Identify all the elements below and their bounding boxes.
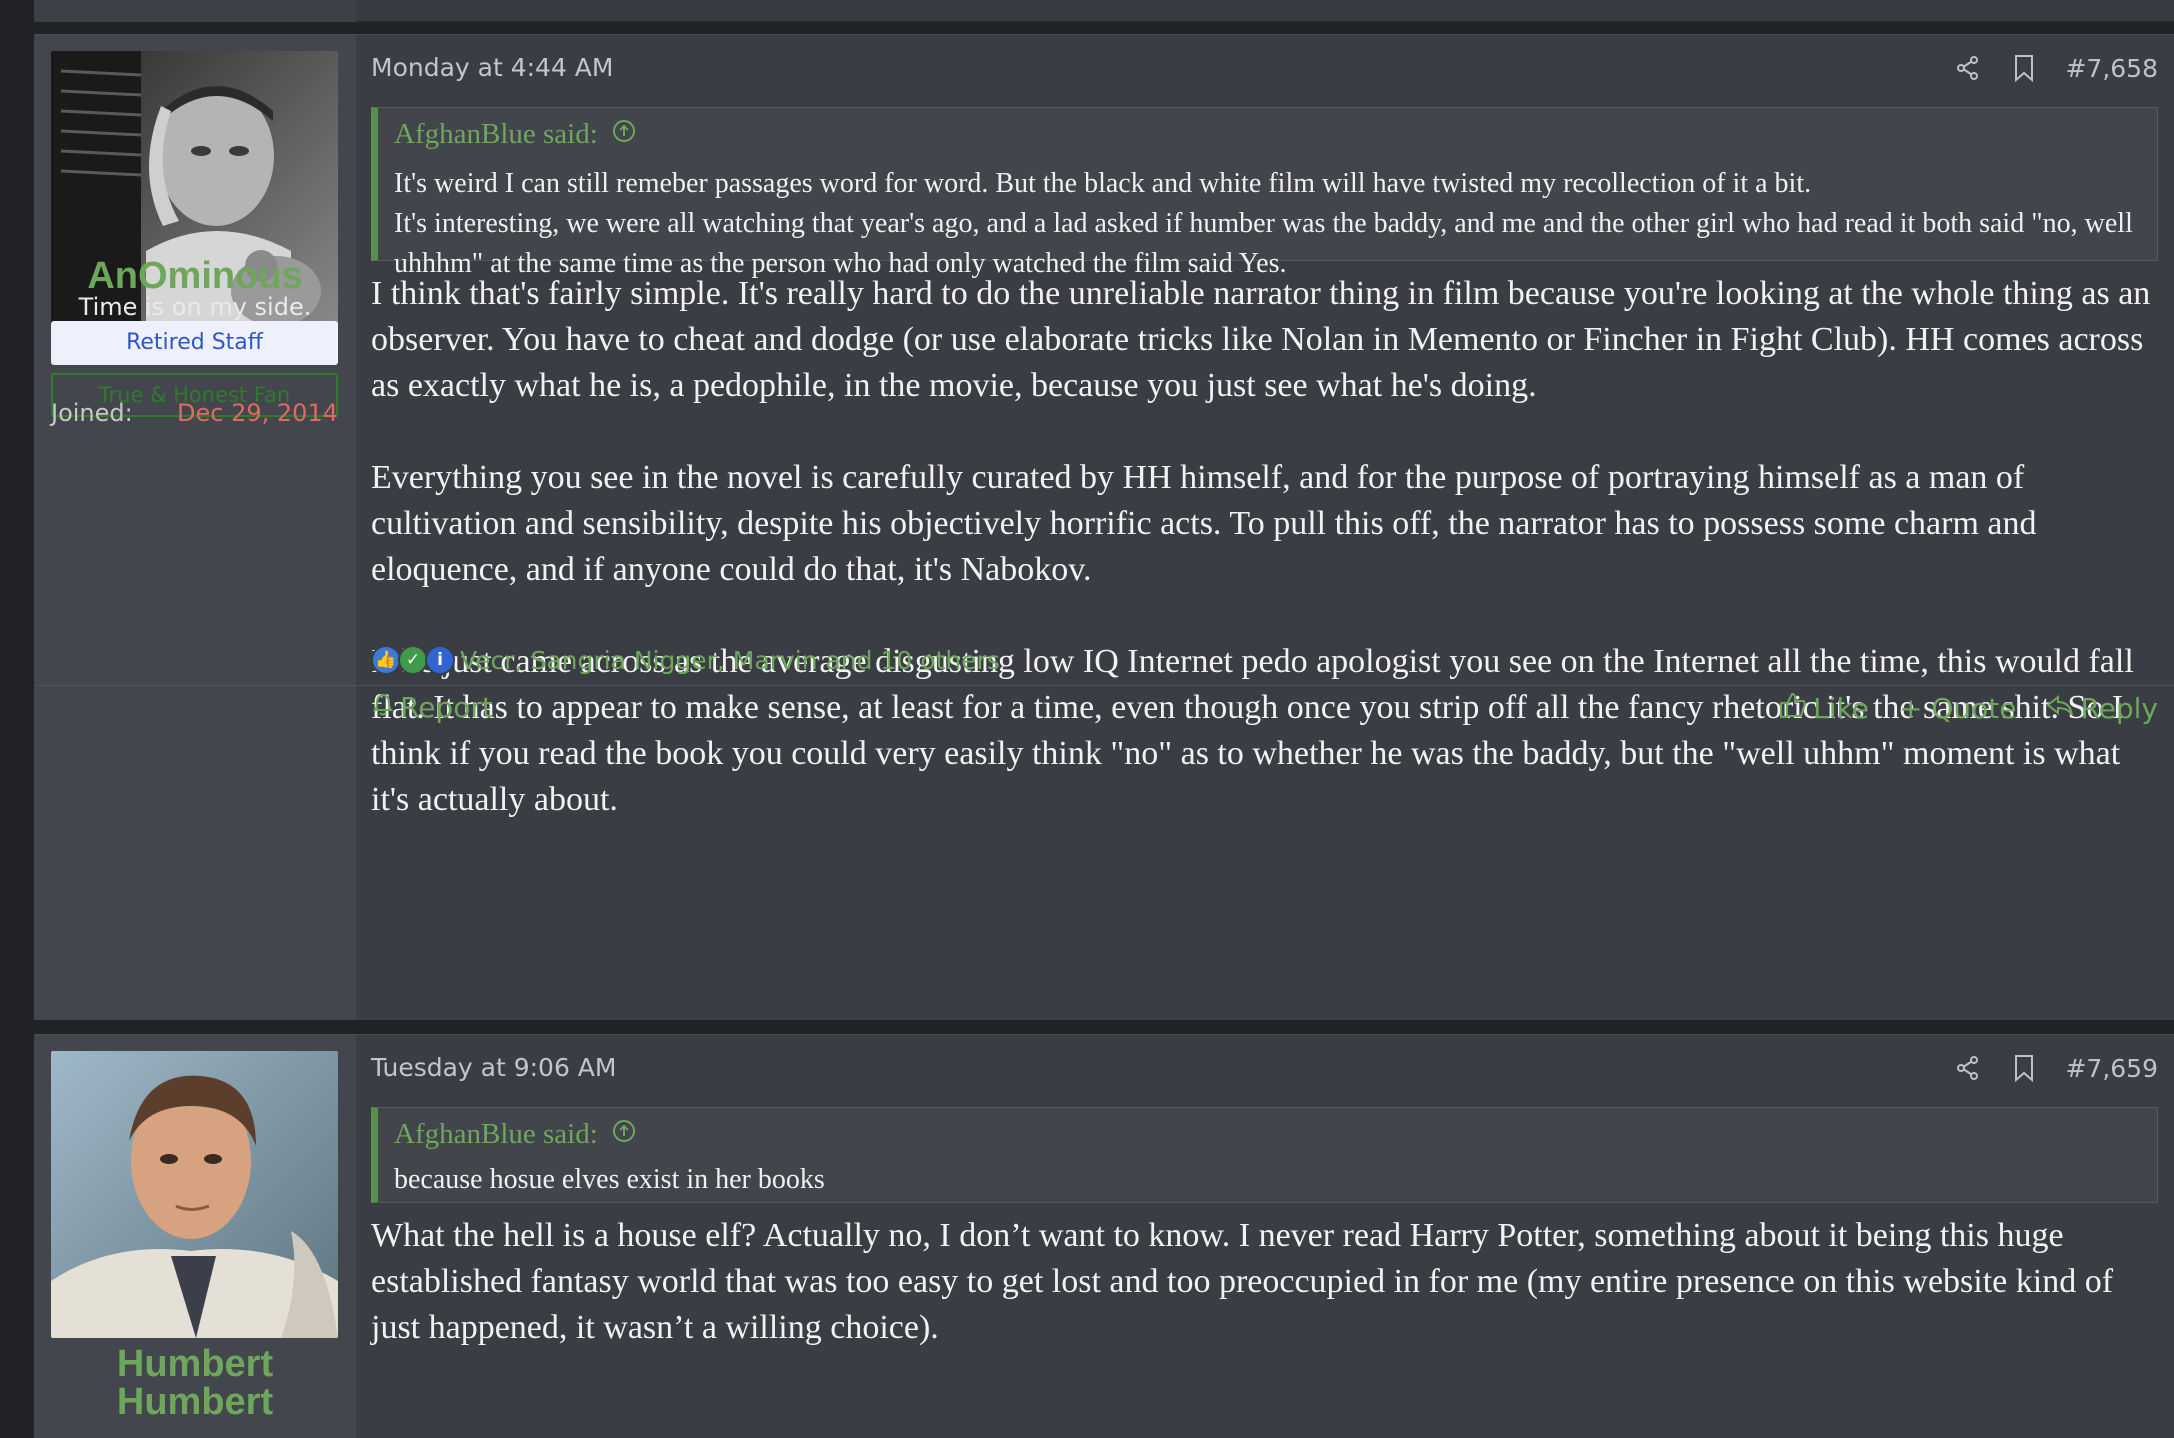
- report-button[interactable]: Report: [372, 691, 493, 724]
- reaction-icons: 👍 ✓ i: [371, 645, 455, 675]
- post-actions: #7,658: [1953, 51, 2158, 85]
- message-cell: Tuesday at 9:06 AM #7,659 AfghanBlue sai…: [356, 1035, 2174, 1438]
- post-paragraph: What the hell is a house elf? Actually n…: [371, 1217, 2114, 1346]
- user-banner-retired-staff: Retired Staff: [51, 321, 338, 365]
- user-info-panel: Humbert Humbert: [34, 1035, 356, 1438]
- share-icon[interactable]: [1953, 53, 1983, 83]
- post-paragraph: I think that's fairly simple. It's reall…: [371, 275, 2151, 404]
- username-line: Humbert: [116, 1381, 274, 1423]
- info-icon: i: [425, 645, 455, 675]
- quote-button[interactable]: + Quote: [1899, 692, 2016, 725]
- post-actions: #7,659: [1953, 1051, 2158, 1085]
- quote-header: AfghanBlue said:: [394, 118, 636, 151]
- quote-block: AfghanBlue said: because hosue elves exi…: [371, 1107, 2158, 1203]
- reactions-bar[interactable]: 👍 ✓ i Vecr, Sangria Nigger, Marvin and 1…: [371, 645, 1000, 675]
- quote-author[interactable]: AfghanBlue said:: [394, 1118, 598, 1151]
- bookmark-icon[interactable]: [2009, 53, 2039, 83]
- quote-line: It's weird I can still remeber passages …: [394, 168, 1812, 199]
- post-body: I think that's fairly simple. It's reall…: [371, 271, 2158, 823]
- post-date[interactable]: Monday at 4:44 AM: [371, 53, 613, 82]
- post-body: What the hell is a house elf? Actually n…: [371, 1213, 2158, 1351]
- thumbs-up-icon: 👍: [371, 645, 401, 675]
- quote-header: AfghanBlue said:: [394, 1118, 636, 1151]
- quote-line: because hosue elves exist in her books: [394, 1164, 825, 1195]
- share-icon[interactable]: [1953, 1053, 1983, 1083]
- post-date[interactable]: Tuesday at 9:06 AM: [371, 1053, 616, 1082]
- quote-label: + Quote: [1898, 692, 2017, 725]
- quote-author[interactable]: AfghanBlue said:: [394, 118, 598, 151]
- username[interactable]: AnOminous: [34, 255, 356, 297]
- thumbs-up-outline-icon: [1779, 691, 1807, 726]
- reply-arrow-icon: [2046, 692, 2074, 725]
- reply-button[interactable]: Reply: [2046, 692, 2158, 725]
- user-info-panel: AnOminous Time is on my side. Retired St…: [34, 35, 356, 1020]
- joined-label: Joined:: [51, 399, 133, 427]
- user-title: Time is on my side.: [78, 293, 312, 321]
- quote-text: It's weird I can still remeber passages …: [394, 164, 2137, 284]
- avatar[interactable]: [51, 1051, 338, 1338]
- post: AnOminous Time is on my side. Retired St…: [34, 34, 2174, 1020]
- report-label: Report: [400, 691, 493, 724]
- divider: [34, 685, 2174, 686]
- check-icon: ✓: [398, 645, 428, 675]
- bookmark-icon[interactable]: [2009, 1053, 2039, 1083]
- quote-block: AfghanBlue said: It's weird I can still …: [371, 107, 2158, 279]
- forum-thread-view: AnOminous Time is on my side. Retired St…: [0, 0, 2174, 1438]
- like-button[interactable]: Like: [1779, 691, 1869, 726]
- post-number-link[interactable]: #7,658: [2065, 54, 2158, 83]
- previous-post-edge: [34, 0, 2174, 22]
- jump-to-quote-icon[interactable]: [612, 1118, 636, 1151]
- message-cell: Monday at 4:44 AM #7,658 AfghanBlue said…: [34, 35, 2174, 1020]
- post-paragraph: Everything you see in the novel is caref…: [371, 459, 2037, 588]
- post: Humbert Humbert Tuesday at 9:06 AM #7,65…: [34, 1034, 2174, 1438]
- quote-text: because hosue elves exist in her books: [394, 1160, 2137, 1200]
- like-label: Like: [1813, 692, 1869, 725]
- joined-date: Dec 29, 2014: [177, 399, 338, 427]
- username-line: Humbert: [116, 1343, 274, 1385]
- reactions-list[interactable]: Vecr, Sangria Nigger, Marvin and 10 othe…: [460, 646, 1000, 675]
- post-number-link[interactable]: #7,659: [2065, 1054, 2158, 1083]
- jump-to-quote-icon[interactable]: [612, 118, 636, 151]
- username[interactable]: Humbert Humbert: [34, 1345, 356, 1421]
- bell-icon: [372, 691, 394, 724]
- reply-label: Reply: [2080, 692, 2158, 725]
- post-footer-actions: Like + Quote Reply: [1779, 691, 2158, 726]
